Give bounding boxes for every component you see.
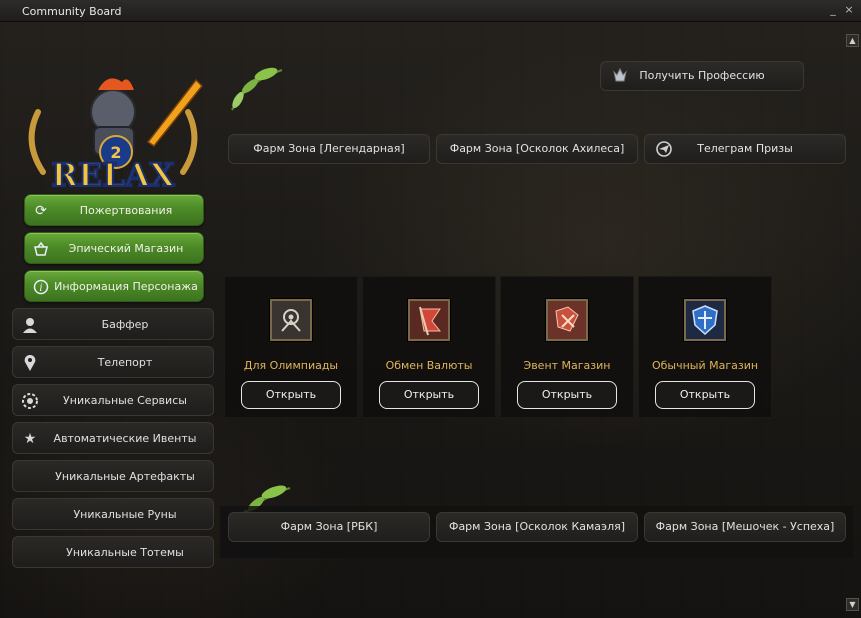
window-title: Community Board: [22, 5, 122, 18]
auto-events-label: Автоматические Ивенты: [53, 432, 197, 445]
open-event-shop-button[interactable]: Открыть: [517, 381, 617, 409]
info-icon: i: [33, 279, 49, 295]
farm-zone-rbk-button[interactable]: Фарм Зона [РБК]: [228, 512, 430, 542]
get-profession-label: Получить Профессию: [639, 69, 765, 82]
shop-card-title: Для Олимпиады: [243, 359, 339, 372]
open-olympiad-button[interactable]: Открыть: [241, 381, 341, 409]
open-currency-exchange-button[interactable]: Открыть: [379, 381, 479, 409]
olympiad-icon: [270, 299, 312, 341]
farm-zone-kamael-shard-label: Фарм Зона [Осколок Камаэля]: [448, 520, 626, 533]
farm-zone-legendary-label: Фарм Зона [Легендарная]: [253, 142, 405, 155]
unique-totems-button[interactable]: Уникальные Тотемы: [12, 536, 214, 568]
buffer-label: Баффер: [101, 318, 149, 331]
unique-services-label: Уникальные Сервисы: [63, 394, 187, 407]
farm-zone-achilles-shard-button[interactable]: Фарм Зона [Осколок Ахилеса]: [436, 134, 638, 164]
close-button[interactable]: ×: [843, 4, 855, 16]
unique-artifacts-label: Уникальные Артефакты: [55, 470, 195, 483]
telegram-icon: [655, 140, 673, 158]
currency-flag-icon: [408, 299, 450, 341]
open-regular-shop-button[interactable]: Открыть: [655, 381, 755, 409]
title-bar: Community Board _ ×: [0, 0, 861, 22]
donations-label: Пожертвования: [79, 204, 173, 217]
unique-runes-label: Уникальные Руны: [73, 508, 177, 521]
character-info-button[interactable]: i Информация Персонажа: [24, 270, 204, 302]
shop-card-olympiad: Для Олимпиады Открыть: [224, 276, 358, 418]
donations-button[interactable]: ⟳ Пожертвования: [24, 194, 204, 226]
shop-card-event-shop: Эвент Магазин Открыть: [500, 276, 634, 418]
telegram-prizes-button[interactable]: Телеграм Призы: [644, 134, 846, 164]
shop-card-title: Эвент Магазин: [523, 359, 611, 372]
unique-totems-label: Уникальные Тотемы: [66, 546, 184, 559]
farm-zone-achilles-shard-label: Фарм Зона [Осколок Ахилеса]: [449, 142, 625, 155]
unique-runes-button[interactable]: Уникальные Руны: [12, 498, 214, 530]
farm-zone-legendary-button[interactable]: Фарм Зона [Легендарная]: [228, 134, 430, 164]
minimize-button[interactable]: _: [827, 4, 839, 16]
auto-events-button[interactable]: ★ Автоматические Ивенты: [12, 422, 214, 454]
event-shop-icon: [546, 299, 588, 341]
unique-artifacts-button[interactable]: Уникальные Артефакты: [12, 460, 214, 492]
farm-zone-rbk-label: Фарм Зона [РБК]: [280, 520, 378, 533]
epic-shop-label: Эпический Магазин: [68, 242, 184, 255]
svg-text:RELAX: RELAX: [51, 156, 174, 194]
teleport-button[interactable]: Телепорт: [12, 346, 214, 378]
basket-icon: [33, 241, 49, 257]
unique-services-button[interactable]: Уникальные Сервисы: [12, 384, 214, 416]
scroll-up-button[interactable]: ▲: [846, 34, 859, 47]
shop-card-currency-exchange: Обмен Валюты Открыть: [362, 276, 496, 418]
shop-card-regular-shop: Обычный Магазин Открыть: [638, 276, 772, 418]
refresh-icon: ⟳: [35, 203, 47, 219]
scroll-down-button[interactable]: ▼: [846, 598, 859, 611]
farm-zone-kamael-shard-button[interactable]: Фарм Зона [Осколок Камаэля]: [436, 512, 638, 542]
l2-relax-logo: 2 RELAX: [18, 72, 208, 195]
teleport-label: Телепорт: [97, 356, 153, 369]
leaf-decoration-top: [226, 62, 286, 117]
telegram-prizes-label: Телеграм Призы: [697, 142, 793, 155]
shop-card-title: Обычный Магазин: [651, 359, 759, 372]
farm-zone-success-pouch-button[interactable]: Фарм Зона [Мешочек - Успеха]: [644, 512, 846, 542]
shield-shop-icon: [684, 299, 726, 341]
shop-card-title: Обмен Валюты: [385, 359, 473, 372]
svg-text:i: i: [39, 283, 42, 294]
farm-zone-success-pouch-label: Фарм Зона [Мешочек - Успеха]: [655, 520, 835, 533]
character-info-label: Информация Персонажа: [54, 280, 198, 293]
epic-shop-button[interactable]: Эпический Магазин: [24, 232, 204, 264]
buffer-button[interactable]: Баффер: [12, 308, 214, 340]
get-profession-button[interactable]: Получить Профессию: [600, 61, 804, 91]
class-emblem-icon: [611, 67, 629, 85]
